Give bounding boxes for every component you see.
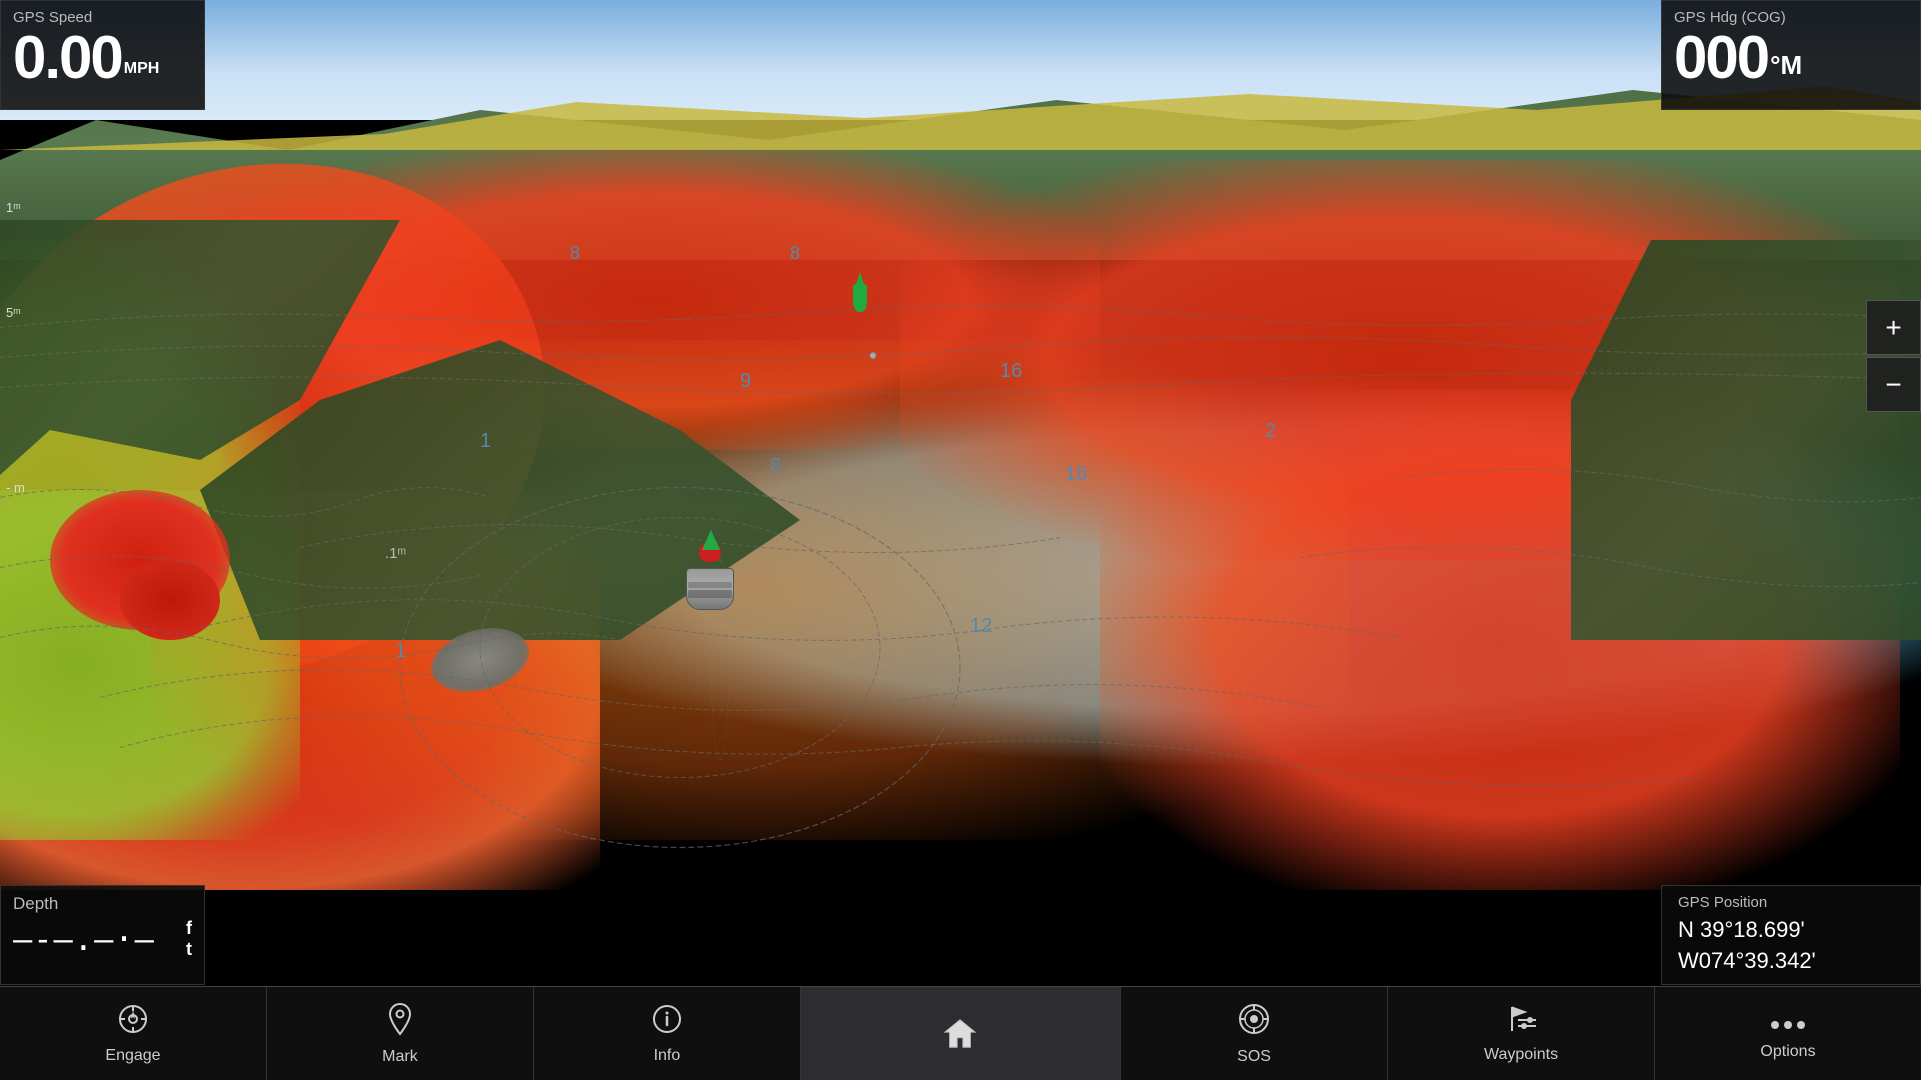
depth-label-16a: 16 — [1000, 360, 1022, 383]
scale-0-1m: .1ᵐ — [385, 545, 406, 562]
depth-label: Depth — [13, 894, 192, 914]
nav-mark[interactable]: Mark — [267, 987, 534, 1080]
marker-buoy-top — [856, 272, 864, 284]
zoom-in-button[interactable]: + — [1866, 300, 1921, 355]
depth-widget: Depth —-—.—·— f t — [0, 885, 205, 985]
vessel-icon — [680, 530, 740, 610]
depth-unit-f: f — [186, 918, 192, 939]
depth-value-area: —-—.—·— f t — [13, 918, 192, 960]
depth-value: —-—.—·— — [13, 920, 178, 958]
nav-engage[interactable]: Engage — [0, 987, 267, 1080]
map-background[interactable]: 1 1 8 9 12 16 16 2 8 8 1ᵐ 5ᵐ - m .1ᵐ — [0, 0, 1921, 1080]
zoom-out-button[interactable]: − — [1866, 357, 1921, 412]
gps-position-lon: W074°39.342' — [1678, 946, 1904, 977]
gps-position-label: GPS Position — [1678, 894, 1904, 911]
nav-home[interactable] — [801, 987, 1121, 1080]
app: 1 1 8 9 12 16 16 2 8 8 1ᵐ 5ᵐ - m .1ᵐ — [0, 0, 1921, 1080]
depth-label-1b: 1 — [395, 640, 406, 663]
depth-label-8b: 8 — [570, 243, 580, 264]
gps-hdg-unit: °M — [1770, 51, 1802, 80]
gps-hdg-widget: GPS Hdg (COG) 000 °M — [1661, 0, 1921, 110]
scale-5m: 5ᵐ — [6, 305, 21, 320]
mark-icon — [385, 1002, 415, 1043]
depth-label-2: 2 — [1265, 420, 1276, 443]
waypoints-icon — [1504, 1004, 1538, 1041]
marker-buoy — [850, 272, 870, 307]
gps-speed-value-row: 0.00 MPH — [13, 28, 192, 88]
nav-info[interactable]: Info — [534, 987, 801, 1080]
nav-sos[interactable]: SOS — [1121, 987, 1388, 1080]
gps-speed-widget: GPS Speed 0.00 MPH — [0, 0, 205, 110]
gps-speed-unit: MPH — [124, 59, 160, 78]
gps-position-widget: GPS Position N 39°18.699' W074°39.342' — [1661, 885, 1921, 985]
depth-label-1a: 1 — [480, 430, 491, 453]
home-icon — [942, 1016, 978, 1052]
depth-color-overlay — [0, 140, 1921, 860]
nav-waypoints-label: Waypoints — [1484, 1046, 1558, 1064]
depth-label-12: 12 — [970, 615, 992, 638]
marker-buoy-body — [853, 284, 867, 312]
bottom-navigation: Engage Mark Info — [0, 986, 1921, 1080]
scale-m: - m — [6, 480, 25, 495]
depth-label-9: 9 — [740, 370, 751, 393]
gps-hdg-value-row: 000 °M — [1674, 28, 1908, 88]
depth-label-16b: 16 — [1065, 463, 1087, 486]
shallow-circle-2 — [120, 560, 220, 640]
depth-unit-t: t — [186, 939, 192, 960]
nav-options-label: Options — [1760, 1043, 1815, 1061]
depth-label-8a: 8 — [770, 455, 781, 478]
nav-sos-label: SOS — [1237, 1048, 1271, 1066]
zoom-controls: + − — [1866, 300, 1921, 414]
nav-waypoints[interactable]: Waypoints — [1388, 987, 1655, 1080]
nav-options[interactable]: Options — [1655, 987, 1921, 1080]
gps-position-lat: N 39°18.699' — [1678, 915, 1904, 946]
sos-icon — [1237, 1002, 1271, 1043]
info-icon — [651, 1003, 683, 1042]
depth-units: f t — [186, 918, 192, 960]
engage-icon — [117, 1003, 149, 1042]
gps-speed-unit-mph: MPH — [124, 59, 160, 78]
gps-hdg-value: 000 — [1674, 28, 1768, 88]
scale-1m: 1ᵐ — [6, 200, 21, 215]
depth-label-8c: 8 — [790, 243, 800, 264]
nav-mark-label: Mark — [382, 1048, 418, 1066]
nav-engage-label: Engage — [105, 1047, 160, 1065]
options-icon — [1769, 1006, 1807, 1038]
gps-speed-value: 0.00 — [13, 28, 122, 88]
nav-info-label: Info — [654, 1047, 681, 1065]
